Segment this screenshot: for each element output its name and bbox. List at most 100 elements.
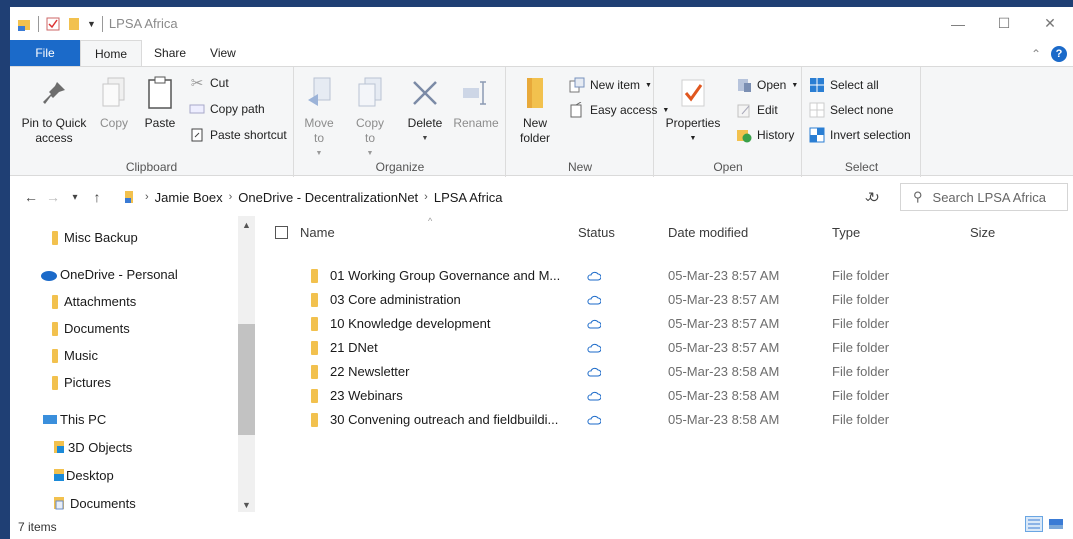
nav-item-desktop[interactable]: Desktop: [52, 467, 114, 483]
collapse-ribbon-chevron-icon[interactable]: ⌃: [1031, 47, 1041, 61]
select-all-checkbox[interactable]: [275, 226, 288, 239]
file-name[interactable]: 23 Webinars: [330, 388, 575, 403]
table-row[interactable]: 23 Webinars 05-Mar-23 8:58 AM File folder: [260, 384, 1073, 408]
pin-quick-access-button[interactable]: Pin to Quick access: [16, 73, 92, 146]
table-row[interactable]: 01 Working Group Governance and M... 05-M…: [260, 264, 1073, 288]
nav-item-pictures[interactable]: Pictures: [52, 375, 111, 390]
properties-button[interactable]: Properties ▼: [663, 73, 723, 146]
window-title: LPSA Africa: [108, 16, 178, 31]
new-folder-quick-icon[interactable]: [67, 16, 81, 32]
ribbon: Pin to Quick access Copy Paste ✂ Cut Copy…: [10, 66, 1073, 177]
breadcrumb-onedrive[interactable]: OneDrive - DecentralizationNet: [238, 190, 418, 205]
properties-quick-icon[interactable]: [45, 16, 61, 32]
column-status[interactable]: Status: [578, 225, 615, 240]
nav-item-documents-pc[interactable]: Documents: [52, 495, 136, 511]
documents-icon: [54, 497, 64, 510]
column-type[interactable]: Type: [832, 225, 860, 240]
folder-icon: [52, 375, 58, 390]
file-name[interactable]: 22 Newsletter: [330, 364, 575, 379]
paste-button[interactable]: Paste: [138, 73, 182, 131]
new-group-label: New: [567, 160, 592, 174]
tab-view[interactable]: View: [198, 40, 248, 66]
edit-button[interactable]: Edit: [736, 102, 778, 118]
copy-path-button[interactable]: Copy path: [189, 101, 265, 117]
help-icon[interactable]: ?: [1051, 46, 1067, 62]
scroll-up-arrow-icon[interactable]: ▲: [238, 220, 255, 230]
table-row[interactable]: 03 Core administration 05-Mar-23 8:57 AM F…: [260, 288, 1073, 312]
nav-item-3d-objects[interactable]: 3D Objects: [52, 439, 132, 455]
column-date-modified[interactable]: Date modified: [668, 225, 748, 240]
nav-label: Pictures: [64, 375, 111, 390]
new-folder-button[interactable]: New folder: [511, 73, 559, 146]
breadcrumb-jamie-boex[interactable]: Jamie Boex: [155, 190, 223, 205]
tab-share[interactable]: Share: [142, 40, 198, 66]
file-name[interactable]: 21 DNet: [330, 340, 575, 355]
open-button[interactable]: Open ▼: [736, 77, 798, 93]
cut-label: Cut: [210, 76, 229, 90]
column-size[interactable]: Size: [970, 225, 995, 240]
cut-button[interactable]: ✂ Cut: [189, 75, 229, 92]
copy-button[interactable]: Copy: [94, 73, 134, 131]
file-date: 05-Mar-23 8:58 AM: [668, 364, 780, 379]
tab-home[interactable]: Home: [80, 40, 143, 66]
table-row[interactable]: 10 Knowledge development 05-Mar-23 8:57 A…: [260, 312, 1073, 336]
file-name[interactable]: 03 Core administration: [330, 292, 575, 307]
table-row[interactable]: 21 DNet 05-Mar-23 8:57 AM File folder: [260, 336, 1073, 360]
clipboard-group: Pin to Quick access Copy Paste ✂ Cut Copy…: [10, 67, 294, 177]
3d-objects-icon: [54, 441, 64, 453]
file-name[interactable]: 10 Knowledge development: [330, 316, 575, 331]
customize-quick-access-chevron-icon[interactable]: ▼: [87, 19, 96, 29]
clipboard-group-label: Clipboard: [125, 160, 178, 174]
search-placeholder: Search LPSA Africa: [932, 189, 1046, 205]
back-arrow-icon[interactable]: ←: [20, 189, 42, 205]
select-none-button[interactable]: Select none: [809, 102, 893, 118]
forward-arrow-icon[interactable]: →: [42, 189, 64, 205]
table-row[interactable]: 30 Convening outreach and fieldbuildi...…: [260, 408, 1073, 432]
close-button[interactable]: ✕: [1027, 7, 1073, 40]
up-arrow-icon[interactable]: ↑: [86, 189, 108, 205]
separator: [38, 15, 39, 32]
paste-shortcut-button[interactable]: Paste shortcut: [189, 127, 287, 143]
copy-label: Copy: [99, 116, 128, 130]
invert-selection-button[interactable]: Invert selection: [809, 127, 911, 143]
nav-label: OneDrive - Personal: [60, 267, 178, 282]
breadcrumb-lpsa-africa[interactable]: LPSA Africa: [434, 190, 503, 205]
new-item-button[interactable]: New item ▼: [569, 77, 652, 93]
easy-access-label: Easy access: [590, 103, 658, 117]
minimize-button[interactable]: —: [935, 7, 981, 40]
select-all-button[interactable]: Select all: [809, 77, 879, 93]
copy-to-button[interactable]: Copy to ▼: [350, 73, 390, 161]
nav-item-this-pc[interactable]: This PC: [42, 412, 106, 427]
nav-item-music[interactable]: Music: [52, 348, 98, 363]
nav-item-misc-backup[interactable]: Misc Backup: [52, 230, 138, 245]
table-row[interactable]: 22 Newsletter 05-Mar-23 8:58 AM File folde…: [260, 360, 1073, 384]
nav-item-documents-onedrive[interactable]: Documents: [52, 321, 130, 336]
address-bar[interactable]: › Jamie Boex › OneDrive - Decentralizati…: [123, 183, 893, 211]
search-box[interactable]: ⚲ Search LPSA Africa: [900, 183, 1068, 211]
history-button[interactable]: History: [736, 127, 794, 143]
column-name[interactable]: Name: [300, 225, 335, 240]
refresh-icon[interactable]: ↻: [868, 189, 880, 206]
nav-item-onedrive-personal[interactable]: OneDrive - Personal: [40, 267, 178, 282]
file-name[interactable]: 30 Convening outreach and fieldbuildi...: [330, 412, 575, 427]
copy-path-icon: [189, 101, 205, 117]
scroll-down-arrow-icon[interactable]: ▼: [238, 500, 255, 510]
breadcrumb-chevron-icon: ›: [145, 191, 149, 203]
nav-item-attachments[interactable]: Attachments: [52, 294, 136, 309]
nav-label: This PC: [60, 412, 107, 427]
cloud-status-icon: [587, 367, 601, 377]
move-to-button[interactable]: Move to ▼: [299, 73, 339, 161]
file-name[interactable]: 01 Working Group Governance and M...: [330, 268, 575, 283]
maximize-button[interactable]: ☐: [981, 7, 1027, 40]
large-icons-view-icon[interactable]: [1047, 516, 1065, 532]
delete-button[interactable]: Delete ▼: [403, 73, 447, 146]
rename-button[interactable]: Rename: [451, 73, 501, 131]
separator: [101, 15, 103, 32]
tab-file[interactable]: File: [10, 40, 80, 66]
recent-locations-chevron-icon[interactable]: ▾: [64, 192, 86, 203]
scrollbar-thumb[interactable]: [238, 324, 255, 435]
select-none-label: Select none: [830, 103, 894, 117]
edit-label: Edit: [757, 103, 778, 117]
nav-scrollbar[interactable]: ▲ ▼: [238, 216, 255, 512]
details-view-icon[interactable]: [1025, 516, 1043, 532]
